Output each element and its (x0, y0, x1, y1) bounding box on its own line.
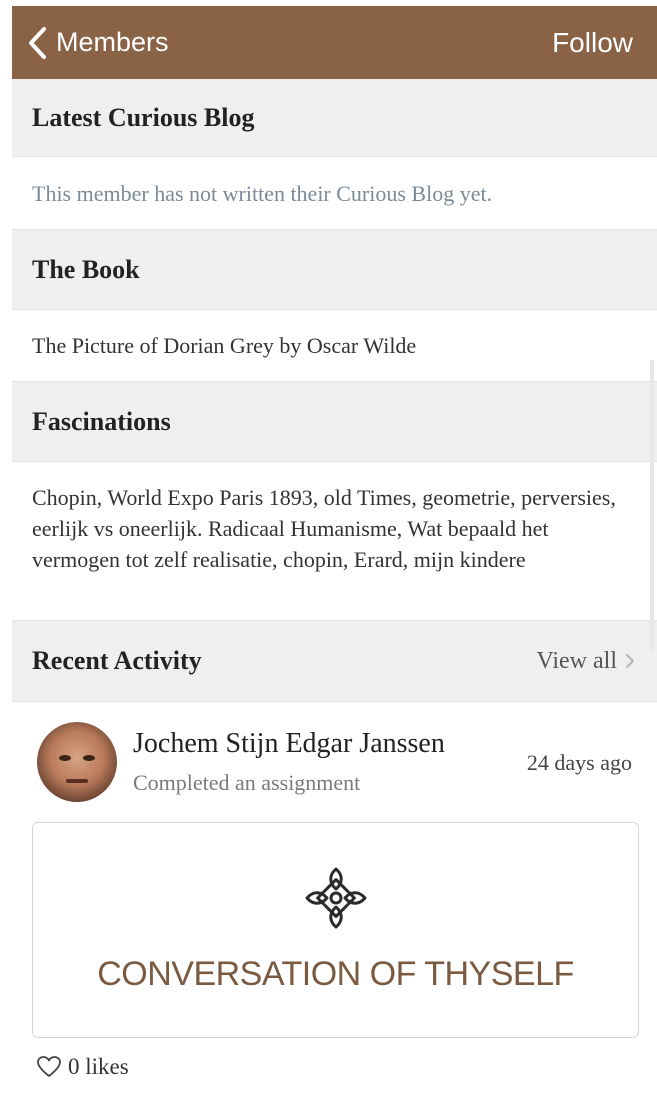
back-button[interactable]: Members (26, 26, 169, 60)
book-section-body: The Picture of Dorian Grey by Oscar Wild… (12, 311, 657, 380)
avatar-eye-right (83, 755, 95, 761)
activity-user-name[interactable]: Jochem Stijn Edgar Janssen (133, 728, 445, 760)
avatar-eye-left (59, 755, 71, 761)
fascinations-section-header: Fascinations (12, 381, 657, 462)
navigation-bar: Members Follow (12, 6, 657, 79)
scrollbar[interactable] (650, 360, 654, 650)
view-all-link[interactable]: View all (536, 648, 635, 675)
likes-count: 0 likes (68, 1054, 129, 1079)
view-all-label: View all (536, 647, 617, 674)
back-button-label: Members (56, 27, 169, 57)
fascinations-text: Chopin, World Expo Paris 1893, old Times… (32, 485, 616, 572)
blog-section-header: Latest Curious Blog (12, 79, 657, 157)
chevron-right-icon (626, 654, 634, 668)
avatar-mouth (66, 779, 88, 783)
activity-action: Completed an assignment (133, 770, 361, 795)
activity-section-title: Recent Activity (32, 646, 202, 675)
member-profile-screen: Members Follow Latest Curious Blog This … (0, 0, 657, 1104)
book-section-title: The Book (32, 254, 140, 284)
blog-section-title: Latest Curious Blog (32, 102, 255, 132)
cross-emblem-icon (305, 867, 367, 929)
blog-section-body: This member has not written their Curiou… (12, 158, 657, 228)
book-section-header: The Book (12, 229, 657, 310)
follow-button[interactable]: Follow (552, 27, 633, 59)
heart-icon[interactable] (36, 1055, 62, 1079)
fascinations-section-body: Chopin, World Expo Paris 1893, old Times… (12, 463, 657, 619)
activity-timestamp: 24 days ago (526, 750, 632, 775)
chevron-left-icon (29, 26, 46, 59)
assignment-card-title: CONVERSATION OF THYSELF (97, 955, 574, 993)
fascinations-section-title: Fascinations (32, 406, 171, 436)
likes-row: 0 likes (36, 1054, 129, 1080)
blog-empty-text: This member has not written their Curiou… (32, 181, 493, 206)
assignment-card[interactable]: CONVERSATION OF THYSELF (32, 822, 639, 1038)
avatar[interactable] (37, 722, 117, 802)
book-text: The Picture of Dorian Grey by Oscar Wild… (32, 333, 417, 358)
activity-section-header: Recent Activity View all (12, 620, 657, 702)
